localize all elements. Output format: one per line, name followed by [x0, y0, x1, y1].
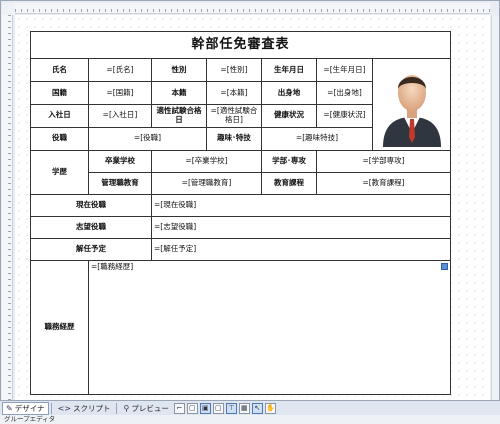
desired-position-label[interactable]: 志望役職 — [30, 215, 152, 239]
report-layout: 幹部任免審査表 氏名 =[氏名] 性別 =[性別] 生年月日 =[生年月日] 国… — [29, 31, 452, 400]
vertical-ruler — [2, 15, 13, 400]
person-avatar-icon — [382, 75, 441, 147]
magnifier-icon: ⚲ — [123, 403, 130, 413]
smart-tag-icon[interactable] — [441, 262, 449, 270]
current-position-label[interactable]: 現在役職 — [30, 193, 152, 217]
current-position-field[interactable]: =[現在役職] — [150, 193, 452, 217]
layout-corner-icon[interactable]: ⌐ — [173, 402, 185, 414]
nationality-label[interactable]: 国籍 — [30, 80, 89, 105]
major-field[interactable]: =[学部専攻] — [315, 149, 452, 173]
dismissal-field[interactable]: =[解任予定] — [150, 237, 452, 261]
pointer-icon[interactable]: ↖ — [251, 402, 263, 414]
ruler-corner — [2, 3, 15, 15]
tab-preview-label: プレビュー — [131, 403, 169, 413]
birthdate-label[interactable]: 生年月日 — [261, 58, 317, 82]
hobby-field[interactable]: =[趣味特技] — [261, 126, 373, 151]
grid-frame-icon[interactable]: ⊤ — [225, 402, 237, 414]
border-inner-icon[interactable]: ▣ — [199, 402, 211, 414]
tab-designer-label: デザイナ — [14, 403, 45, 413]
tab-preview[interactable]: ⚲ プレビュー — [119, 402, 172, 415]
career-field[interactable]: =[職務経歴] — [87, 259, 452, 395]
vertical-scrollbar[interactable] — [491, 15, 499, 400]
grid-snap-icon[interactable]: ▦ — [238, 402, 250, 414]
gender-field[interactable]: =[性別] — [206, 58, 262, 82]
design-canvas[interactable]: 幹部任免審査表 氏名 =[氏名] 性別 =[性別] 生年月日 =[生年月日] 国… — [15, 15, 490, 400]
domicile-field[interactable]: =[本籍] — [206, 80, 262, 105]
joined-field[interactable]: =[入社日] — [88, 103, 152, 128]
gender-label[interactable]: 性別 — [151, 58, 207, 82]
career-field-text: =[職務経歴] — [91, 261, 134, 271]
school-field[interactable]: =[卒業学校] — [151, 149, 262, 173]
position-field[interactable]: =[役職] — [88, 126, 207, 151]
birthdate-field[interactable]: =[生年月日] — [316, 58, 373, 82]
nationality-field[interactable]: =[国籍] — [88, 80, 152, 105]
position-label[interactable]: 役職 — [30, 126, 89, 151]
tab-script[interactable]: <> スクリプト — [54, 402, 115, 415]
pencil-icon: ✎ — [6, 403, 13, 413]
school-label[interactable]: 卒業学校 — [88, 149, 152, 173]
code-icon: <> — [57, 403, 71, 413]
birthplace-label[interactable]: 出身地 — [261, 80, 317, 105]
name-label[interactable]: 氏名 — [30, 58, 89, 82]
joined-label[interactable]: 入社日 — [30, 103, 89, 128]
border-box-icon[interactable]: ▢ — [186, 402, 198, 414]
course-label[interactable]: 教育課程 — [261, 171, 317, 195]
major-label[interactable]: 学部･専攻 — [261, 149, 317, 173]
health-label[interactable]: 健康状況 — [261, 103, 317, 128]
tab-designer[interactable]: ✎ デザイナ — [2, 401, 49, 415]
health-field[interactable]: =[健康状況] — [316, 103, 373, 128]
border-all-icon[interactable]: ▢ — [212, 402, 224, 414]
horizontal-ruler — [15, 3, 490, 14]
desired-position-field[interactable]: =[志望役職] — [150, 215, 452, 239]
bottom-toolbar: ✎ デザイナ <> スクリプト ⚲ プレビュー ⌐ ▢ ▣ ▢ ⊤ ▦ ↖ ✋ — [0, 400, 500, 415]
name-field[interactable]: =[氏名] — [88, 58, 152, 82]
report-title[interactable]: 幹部任免審査表 — [29, 31, 452, 59]
mgmt-training-label[interactable]: 管理職教育 — [88, 171, 152, 195]
appointment-form-table: 幹部任免審査表 氏名 =[氏名] 性別 =[性別] 生年月日 =[生年月日] 国… — [29, 31, 452, 395]
exam-field[interactable]: =[適性試験合格日] — [206, 103, 262, 128]
birthplace-field[interactable]: =[出身地] — [316, 80, 373, 105]
toolbar-divider — [50, 402, 52, 414]
toolbar-divider — [116, 402, 118, 414]
dismissal-label[interactable]: 解任予定 — [30, 237, 152, 261]
education-label[interactable]: 学歴 — [30, 149, 89, 195]
course-field[interactable]: =[教育課程] — [315, 171, 452, 195]
exam-label[interactable]: 適性試験合格日 — [151, 103, 207, 128]
career-label[interactable]: 職務経歴 — [30, 259, 89, 395]
status-bar: グループエディタ — [0, 415, 500, 424]
hand-icon[interactable]: ✋ — [264, 402, 276, 414]
photo-cell[interactable] — [371, 58, 452, 151]
mgmt-training-field[interactable]: =[管理職教育] — [151, 171, 262, 195]
domicile-label[interactable]: 本籍 — [151, 80, 207, 105]
tab-script-label: スクリプト — [72, 403, 111, 413]
hobby-label[interactable]: 趣味･特技 — [206, 126, 262, 151]
